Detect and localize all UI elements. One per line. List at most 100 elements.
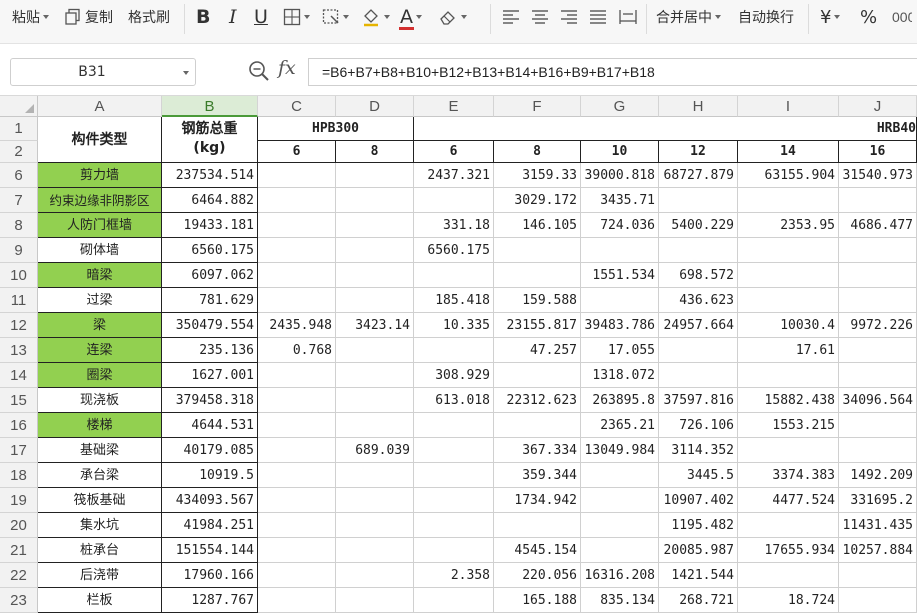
cell-value[interactable] bbox=[659, 363, 738, 388]
cell-value[interactable] bbox=[581, 513, 659, 538]
cell-value[interactable] bbox=[839, 188, 917, 213]
cell-value[interactable]: 16316.208 bbox=[581, 563, 659, 588]
cell-value[interactable] bbox=[494, 413, 581, 438]
cell-value[interactable] bbox=[258, 163, 336, 188]
column-header-d[interactable]: D bbox=[336, 96, 414, 117]
wrap-text-button[interactable]: 自动换行 bbox=[738, 4, 794, 30]
cell-value[interactable] bbox=[659, 238, 738, 263]
paste-dropdown-icon[interactable] bbox=[43, 15, 49, 19]
cell-value[interactable] bbox=[414, 588, 494, 613]
cell-value[interactable] bbox=[414, 263, 494, 288]
cell-value[interactable]: 268.721 bbox=[659, 588, 738, 613]
row-header-18[interactable]: 18 bbox=[0, 463, 38, 488]
cell-value[interactable]: 436.623 bbox=[659, 288, 738, 313]
cell-value[interactable]: 689.039 bbox=[336, 438, 414, 463]
cell-value[interactable]: 331.18 bbox=[414, 213, 494, 238]
cell-value[interactable] bbox=[414, 413, 494, 438]
column-header-a[interactable]: A bbox=[38, 96, 162, 117]
cell-value[interactable]: 2435.948 bbox=[258, 313, 336, 338]
cell-value[interactable]: 331695.2 bbox=[839, 488, 917, 513]
cell-component-type[interactable]: 人防门框墙 bbox=[38, 213, 162, 238]
row-header-19[interactable]: 19 bbox=[0, 488, 38, 513]
cell-value[interactable] bbox=[414, 338, 494, 363]
cell-value[interactable] bbox=[258, 413, 336, 438]
cell-value[interactable]: 237534.514 bbox=[162, 163, 258, 188]
cell-value[interactable]: 10030.4 bbox=[738, 313, 839, 338]
cell-value[interactable] bbox=[336, 388, 414, 413]
zoom-icon[interactable] bbox=[248, 60, 270, 86]
cell-value[interactable] bbox=[738, 238, 839, 263]
column-header-i[interactable]: I bbox=[738, 96, 839, 117]
cell-value[interactable] bbox=[738, 438, 839, 463]
formula-input[interactable]: =B6+B7+B8+B10+B12+B13+B14+B16+B9+B17+B18 bbox=[308, 58, 917, 86]
row-header-9[interactable]: 9 bbox=[0, 238, 38, 263]
cell-value[interactable]: 10919.5 bbox=[162, 463, 258, 488]
cell-value[interactable]: 3159.33 bbox=[494, 163, 581, 188]
cell-value[interactable] bbox=[336, 188, 414, 213]
row-header-1[interactable]: 1 bbox=[0, 117, 38, 141]
cell-value[interactable] bbox=[581, 488, 659, 513]
cell-value[interactable] bbox=[494, 238, 581, 263]
currency-dropdown-icon[interactable] bbox=[834, 15, 841, 19]
row-header-14[interactable]: 14 bbox=[0, 363, 38, 388]
clear-format-button[interactable] bbox=[438, 4, 467, 30]
cell-value[interactable]: 34096.564 bbox=[839, 388, 917, 413]
cell-value[interactable]: 4545.154 bbox=[494, 538, 581, 563]
fill-color-button[interactable] bbox=[361, 4, 390, 30]
cell-component-type[interactable]: 梁 bbox=[38, 313, 162, 338]
cell-value[interactable] bbox=[258, 213, 336, 238]
cell-value[interactable]: 39483.786 bbox=[581, 313, 659, 338]
cell-value[interactable]: 3374.383 bbox=[738, 463, 839, 488]
cell-value[interactable]: 2.358 bbox=[414, 563, 494, 588]
justify-button[interactable] bbox=[589, 4, 607, 30]
cell-value[interactable]: 6560.175 bbox=[162, 238, 258, 263]
cell-value[interactable]: 41984.251 bbox=[162, 513, 258, 538]
cell-value[interactable]: 2365.21 bbox=[581, 413, 659, 438]
font-color-dropdown-icon[interactable] bbox=[416, 15, 422, 19]
cell-value[interactable]: 235.136 bbox=[162, 338, 258, 363]
cell-value[interactable]: 220.056 bbox=[494, 563, 581, 588]
distributed-align-button[interactable] bbox=[618, 4, 638, 30]
cell-value[interactable] bbox=[258, 438, 336, 463]
cell-value[interactable]: 726.106 bbox=[659, 413, 738, 438]
cell-component-type[interactable]: 砌体墙 bbox=[38, 238, 162, 263]
column-header-h[interactable]: H bbox=[659, 96, 738, 117]
cell-component-type[interactable]: 栏板 bbox=[38, 588, 162, 613]
cell-value[interactable]: 1421.544 bbox=[659, 563, 738, 588]
cell-value[interactable]: 68727.879 bbox=[659, 163, 738, 188]
row-header-10[interactable]: 10 bbox=[0, 263, 38, 288]
cell-value[interactable] bbox=[738, 513, 839, 538]
cell-value[interactable] bbox=[258, 238, 336, 263]
row-header-17[interactable]: 17 bbox=[0, 438, 38, 463]
column-header-e[interactable]: E bbox=[414, 96, 494, 117]
cell-value[interactable]: 6560.175 bbox=[414, 238, 494, 263]
cell-value[interactable] bbox=[414, 188, 494, 213]
column-header-f[interactable]: F bbox=[494, 96, 581, 117]
cell-value[interactable] bbox=[414, 513, 494, 538]
cell-value[interactable]: 434093.567 bbox=[162, 488, 258, 513]
currency-format-button[interactable]: ¥ bbox=[820, 4, 841, 30]
cell-value[interactable] bbox=[336, 288, 414, 313]
cell-value[interactable]: 6464.882 bbox=[162, 188, 258, 213]
align-center-button[interactable] bbox=[531, 4, 549, 30]
cell-component-type[interactable]: 连梁 bbox=[38, 338, 162, 363]
cell-value[interactable] bbox=[258, 538, 336, 563]
percent-format-button[interactable]: % bbox=[860, 4, 877, 30]
row-header-6[interactable]: 6 bbox=[0, 163, 38, 188]
merge-center-button[interactable]: 合并居中 bbox=[656, 4, 721, 30]
cell-value[interactable] bbox=[839, 288, 917, 313]
column-header-g[interactable]: G bbox=[581, 96, 659, 117]
merge-center-dropdown-icon[interactable] bbox=[715, 15, 721, 19]
cell-value[interactable]: 17960.166 bbox=[162, 563, 258, 588]
cell-value[interactable]: 6097.062 bbox=[162, 263, 258, 288]
fx-icon[interactable]: fx bbox=[278, 57, 296, 79]
row-header-20[interactable]: 20 bbox=[0, 513, 38, 538]
cell-value[interactable] bbox=[336, 238, 414, 263]
cell-value[interactable] bbox=[258, 363, 336, 388]
paste-button[interactable]: 粘贴 bbox=[12, 4, 49, 30]
cell-value[interactable]: 24957.664 bbox=[659, 313, 738, 338]
cell-value[interactable]: 2353.95 bbox=[738, 213, 839, 238]
spreadsheet-grid[interactable]: A B C D E F G H I J 1 2 构件类型 钢筋总重 (kg) HPB300 HRB40 6 8 6 8 1… bbox=[0, 96, 917, 615]
cell-value[interactable] bbox=[258, 488, 336, 513]
row-header-21[interactable]: 21 bbox=[0, 538, 38, 563]
